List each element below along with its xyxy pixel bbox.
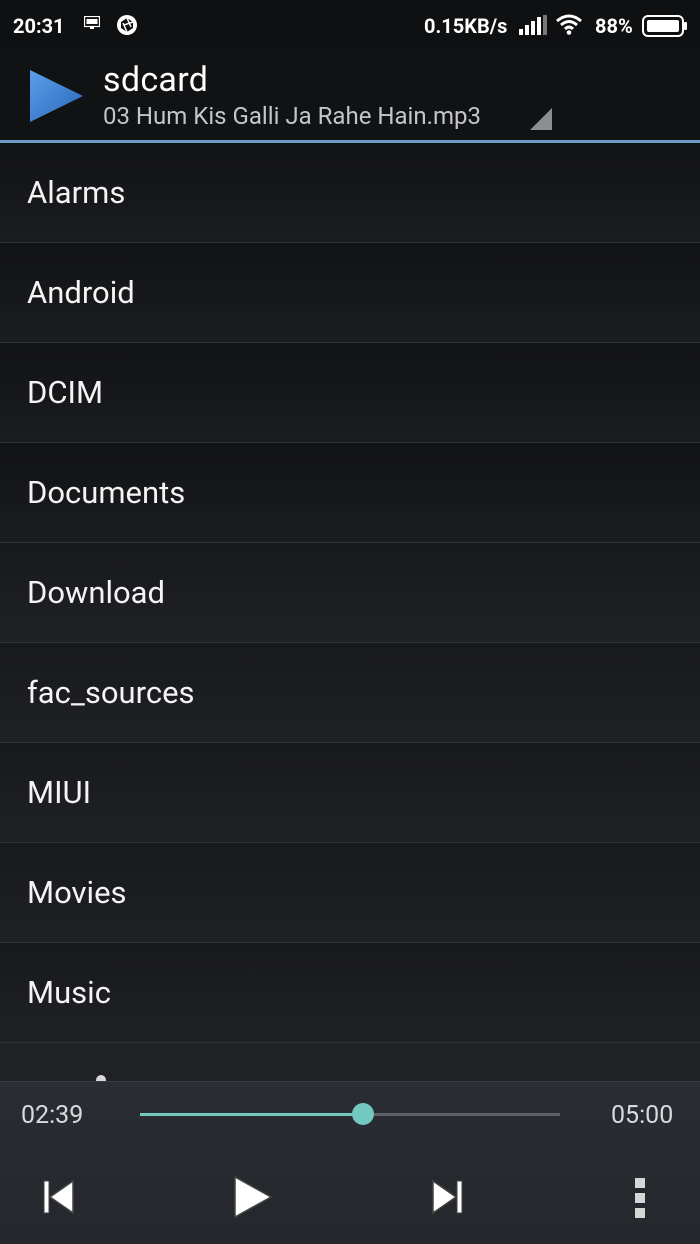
folder-name: Music <box>27 974 111 1011</box>
list-item[interactable]: Alarms <box>0 143 700 243</box>
wifi-icon <box>556 14 582 35</box>
list-item[interactable]: Documents <box>0 443 700 543</box>
battery-percent: 88% <box>595 14 633 38</box>
more-vert-icon[interactable] <box>632 1176 648 1220</box>
list-item-partial[interactable] <box>0 1043 700 1081</box>
app-header: sdcard 03 Hum Kis Galli Ja Rahe Hain.mp3 <box>0 50 700 140</box>
list-item[interactable]: Android <box>0 243 700 343</box>
next-icon[interactable] <box>430 1178 464 1216</box>
current-time: 02:39 <box>21 1101 84 1130</box>
total-time: 05:00 <box>611 1101 674 1130</box>
list-item[interactable]: fac_sources <box>0 643 700 743</box>
app-logo-play-icon <box>30 70 83 122</box>
signal-icon <box>519 15 547 35</box>
folder-name: Alarms <box>27 174 126 211</box>
list-item[interactable]: Download <box>0 543 700 643</box>
folder-name: Download <box>27 574 166 611</box>
folder-list: Alarms Android DCIM Documents Download f… <box>0 143 700 1043</box>
aperture-icon <box>117 15 137 35</box>
folder-name: fac_sources <box>27 674 195 711</box>
page-title: sdcard <box>103 60 209 100</box>
folder-name: DCIM <box>27 374 104 411</box>
folder-name: MIUI <box>27 774 92 811</box>
now-playing-title[interactable]: 03 Hum Kis Galli Ja Rahe Hain.mp3 <box>103 102 481 130</box>
previous-icon[interactable] <box>42 1178 76 1216</box>
network-speed: 0.15KB/s <box>424 14 508 38</box>
status-bar: 20:31 0.15KB/s 88% <box>0 0 700 50</box>
list-item[interactable]: Movies <box>0 843 700 943</box>
status-time: 20:31 <box>13 14 65 38</box>
play-icon[interactable] <box>232 1174 274 1220</box>
seek-bar-progress <box>140 1113 363 1116</box>
list-item[interactable]: Music <box>0 943 700 1043</box>
list-item[interactable]: DCIM <box>0 343 700 443</box>
folder-name: Movies <box>27 874 127 911</box>
folder-name: Android <box>27 274 135 311</box>
dropdown-corner-icon[interactable] <box>530 108 552 130</box>
battery-icon <box>642 15 687 37</box>
player-bar: 02:39 05:00 <box>0 1081 700 1244</box>
list-item[interactable]: MIUI <box>0 743 700 843</box>
seek-bar-thumb[interactable] <box>351 1103 374 1125</box>
seek-bar[interactable] <box>140 1103 560 1125</box>
folder-name: Documents <box>27 474 186 511</box>
ftp-icon <box>84 16 100 29</box>
